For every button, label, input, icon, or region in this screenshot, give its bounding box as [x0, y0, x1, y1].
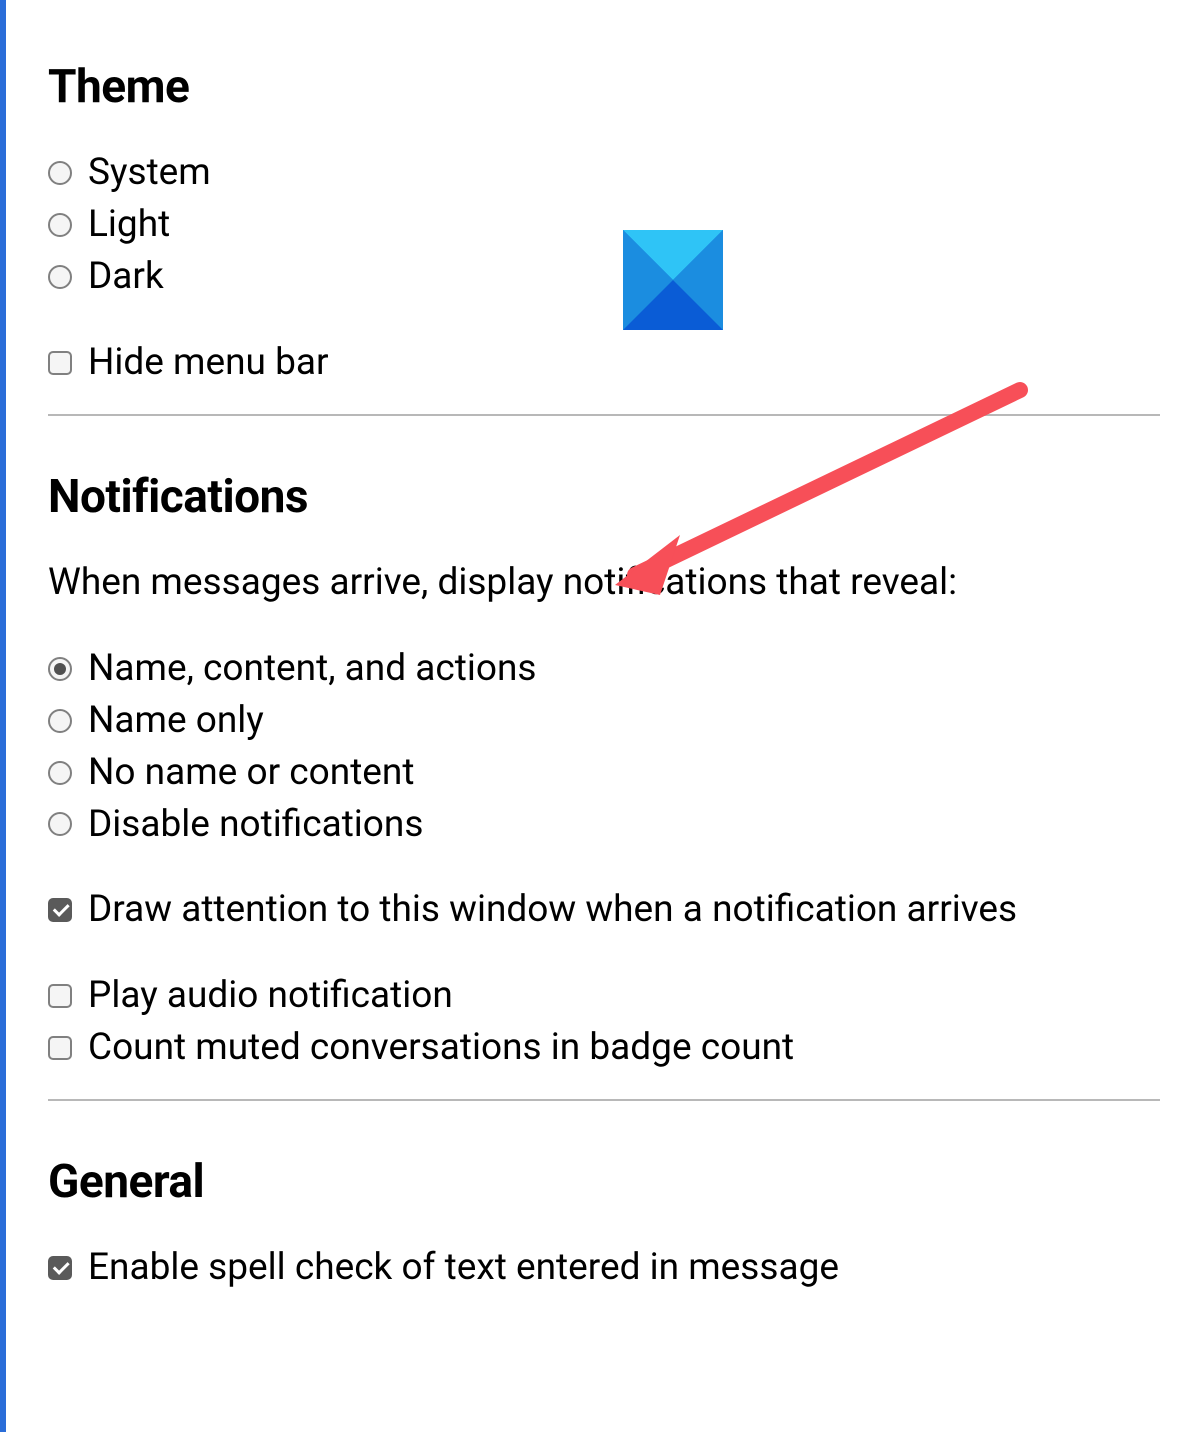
notif-option-label: Disable notifications [88, 800, 423, 850]
play-audio-option[interactable]: Play audio notification [48, 971, 1160, 1021]
checkbox-icon[interactable] [48, 1036, 72, 1060]
radio-icon[interactable] [48, 761, 72, 785]
spell-check-option[interactable]: Enable spell check of text entered in me… [48, 1243, 1160, 1293]
checkbox-icon[interactable] [48, 898, 72, 922]
hide-menu-bar-option[interactable]: Hide menu bar [48, 338, 1160, 388]
count-muted-option[interactable]: Count muted conversations in badge count [48, 1023, 1160, 1073]
accent-left-border [0, 0, 6, 1432]
spell-check-label: Enable spell check of text entered in me… [88, 1243, 839, 1293]
hide-menu-bar-label: Hide menu bar [88, 338, 329, 388]
radio-icon[interactable] [48, 657, 72, 681]
notifications-section-title: Notifications [48, 470, 1160, 524]
theme-option-light[interactable]: Light [48, 200, 1160, 250]
notifications-intro-text: When messages arrive, display notificati… [48, 558, 1160, 608]
draw-attention-option[interactable]: Draw attention to this window when a not… [48, 885, 1160, 935]
checkbox-icon[interactable] [48, 351, 72, 375]
radio-icon[interactable] [48, 812, 72, 836]
notif-option-label: No name or content [88, 748, 414, 798]
general-section-title: General [48, 1155, 1160, 1209]
checkbox-icon[interactable] [48, 1256, 72, 1280]
radio-icon[interactable] [48, 213, 72, 237]
notif-option-label: Name, content, and actions [88, 644, 537, 694]
broken-image-placeholder-icon [623, 230, 723, 330]
theme-option-dark[interactable]: Dark [48, 252, 1160, 302]
settings-content: Theme System Light Dark Hide menu bar No… [0, 0, 1200, 1293]
notif-option-no-name-content[interactable]: No name or content [48, 748, 1160, 798]
theme-option-label: System [88, 148, 211, 198]
radio-icon[interactable] [48, 265, 72, 289]
theme-option-label: Dark [88, 252, 164, 302]
theme-option-system[interactable]: System [48, 148, 1160, 198]
draw-attention-label: Draw attention to this window when a not… [88, 885, 1017, 935]
count-muted-label: Count muted conversations in badge count [88, 1023, 794, 1073]
section-divider [48, 414, 1160, 416]
notif-option-name-only[interactable]: Name only [48, 696, 1160, 746]
notif-option-label: Name only [88, 696, 264, 746]
play-audio-label: Play audio notification [88, 971, 453, 1021]
section-divider [48, 1099, 1160, 1101]
radio-icon[interactable] [48, 161, 72, 185]
radio-icon[interactable] [48, 709, 72, 733]
checkbox-icon[interactable] [48, 984, 72, 1008]
theme-option-label: Light [88, 200, 170, 250]
notif-option-name-content-actions[interactable]: Name, content, and actions [48, 644, 1160, 694]
theme-section-title: Theme [48, 60, 1160, 114]
notif-option-disable[interactable]: Disable notifications [48, 800, 1160, 850]
